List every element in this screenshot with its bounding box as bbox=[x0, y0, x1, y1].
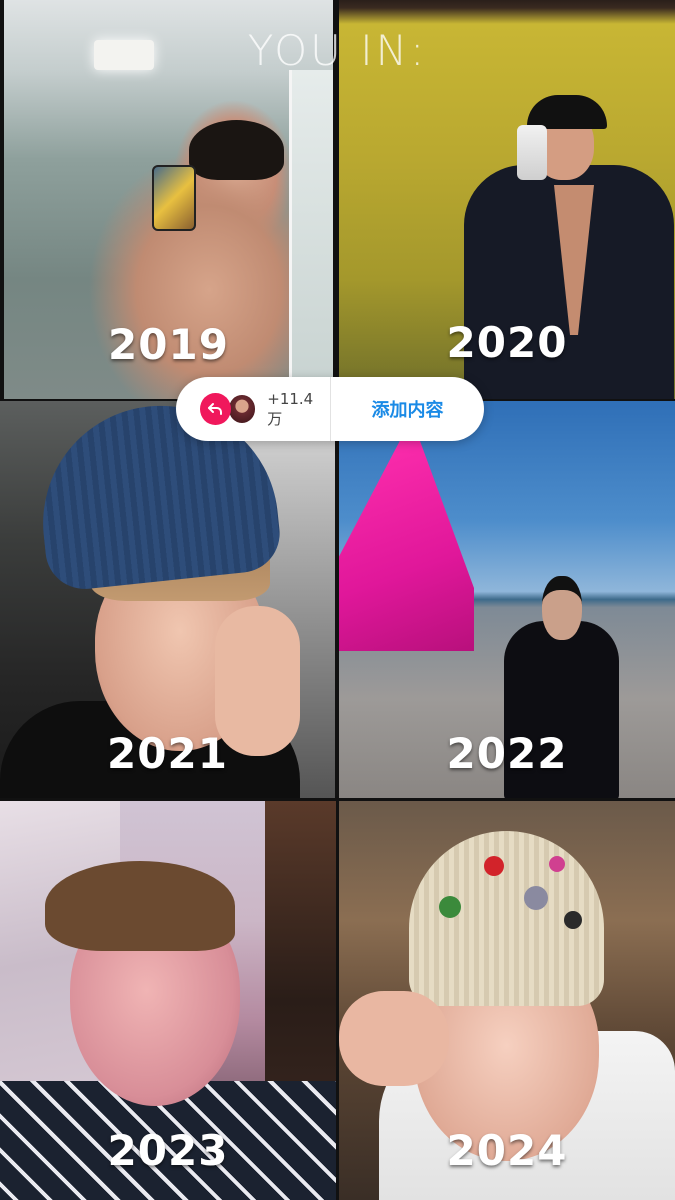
year-label: 2024 bbox=[446, 1126, 568, 1175]
participant-count: +11.4 万 bbox=[267, 389, 314, 428]
year-label: 2023 bbox=[107, 1126, 229, 1175]
participants-button[interactable]: +11.4 万 bbox=[176, 377, 330, 441]
overlay-title: YOU IN: bbox=[247, 26, 428, 75]
phone-in-hand bbox=[517, 125, 547, 180]
beanie-pin bbox=[439, 896, 461, 918]
add-content-button[interactable]: 添加内容 bbox=[331, 396, 484, 422]
hand bbox=[339, 991, 449, 1086]
collage-canvas: 2019 2020 2021 2022 2023 2024 YOU IN: +1… bbox=[0, 0, 675, 1200]
reply-arrow-icon bbox=[200, 393, 231, 425]
year-label: 2019 bbox=[108, 320, 229, 369]
year-label: 2020 bbox=[446, 318, 568, 367]
hair bbox=[189, 120, 284, 180]
photo-tile-2023[interactable]: 2023 bbox=[0, 801, 336, 1200]
photo-tile-2024[interactable]: 2024 bbox=[339, 801, 675, 1200]
year-label: 2021 bbox=[107, 729, 228, 778]
beanie-pin bbox=[484, 856, 504, 876]
year-label: 2022 bbox=[446, 729, 568, 778]
head bbox=[542, 576, 582, 640]
phone-in-hand bbox=[152, 165, 196, 231]
beanie-pin bbox=[564, 911, 582, 929]
photo-tile-2022[interactable]: 2022 bbox=[339, 401, 675, 798]
photo-tile-2021[interactable]: 2021 bbox=[0, 401, 335, 798]
beanie-pin bbox=[549, 856, 565, 872]
beanie-pin bbox=[524, 886, 548, 910]
user-avatar bbox=[226, 393, 258, 425]
hair bbox=[45, 861, 235, 951]
action-pill: +11.4 万 添加内容 bbox=[176, 377, 484, 441]
